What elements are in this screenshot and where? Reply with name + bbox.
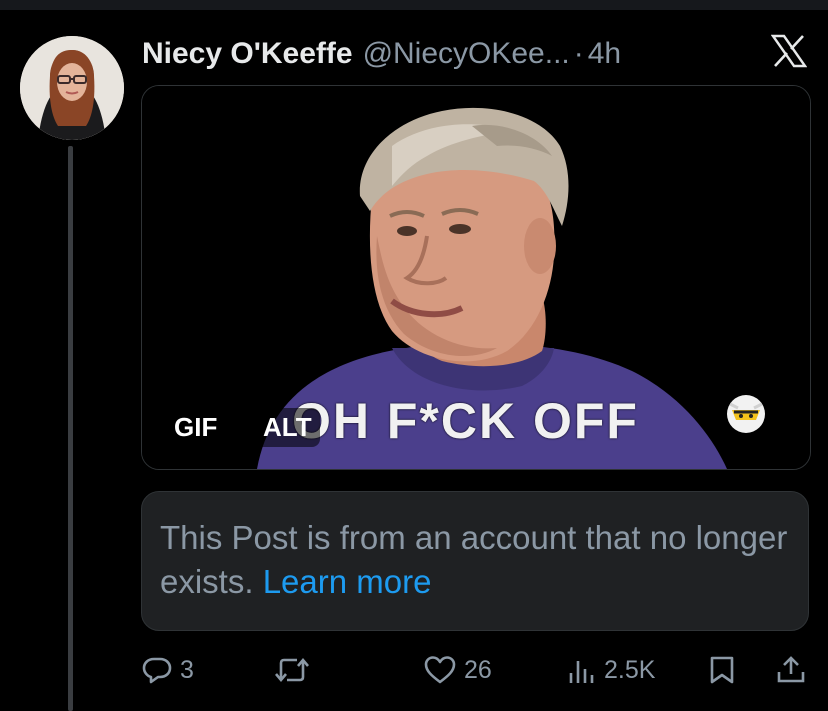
- avatar-photo: [20, 36, 124, 140]
- like-button[interactable]: 26: [424, 648, 492, 692]
- reply-icon: [142, 657, 172, 684]
- gif-badge: GIF: [166, 408, 226, 447]
- reply-button[interactable]: 3: [142, 648, 194, 692]
- gif-caption: OH F*CK OFF: [292, 393, 639, 449]
- watermark-logo-icon: [724, 392, 768, 436]
- views-icon: [569, 661, 594, 683]
- author-name[interactable]: Niecy O'Keeffe: [142, 37, 353, 71]
- repost-button[interactable]: [275, 648, 317, 692]
- separator-dot: ·: [573, 37, 584, 70]
- author-handle[interactable]: @NiecyOKee...: [363, 37, 570, 71]
- like-count: 26: [464, 655, 492, 684]
- reply-count: 3: [180, 655, 194, 684]
- media-gif[interactable]: OH F*CK OFF GIF ALT: [141, 85, 811, 470]
- unavailable-notice: This Post is from an account that no lon…: [141, 491, 809, 631]
- repost-icon: [275, 657, 309, 683]
- alt-badge[interactable]: ALT: [255, 408, 320, 447]
- avatar[interactable]: [20, 36, 124, 140]
- post-header: Niecy O'Keeffe @NiecyOKee... · 4h: [142, 34, 621, 74]
- views-button[interactable]: 2.5K: [566, 648, 655, 692]
- thread-line: [68, 146, 73, 711]
- post-time[interactable]: 4h: [588, 37, 621, 71]
- top-bar: [0, 0, 828, 10]
- learn-more-link[interactable]: Learn more: [263, 563, 432, 600]
- action-bar: 3 26 2.5K: [142, 648, 812, 692]
- like-icon: [424, 656, 456, 684]
- bookmark-button[interactable]: [709, 648, 735, 692]
- share-button[interactable]: [776, 648, 806, 692]
- views-count: 2.5K: [604, 655, 656, 684]
- notice-text: This Post is from an account that no lon…: [160, 519, 788, 600]
- bookmark-icon: [710, 656, 734, 684]
- share-icon: [777, 656, 805, 683]
- x-logo-icon[interactable]: [770, 34, 808, 68]
